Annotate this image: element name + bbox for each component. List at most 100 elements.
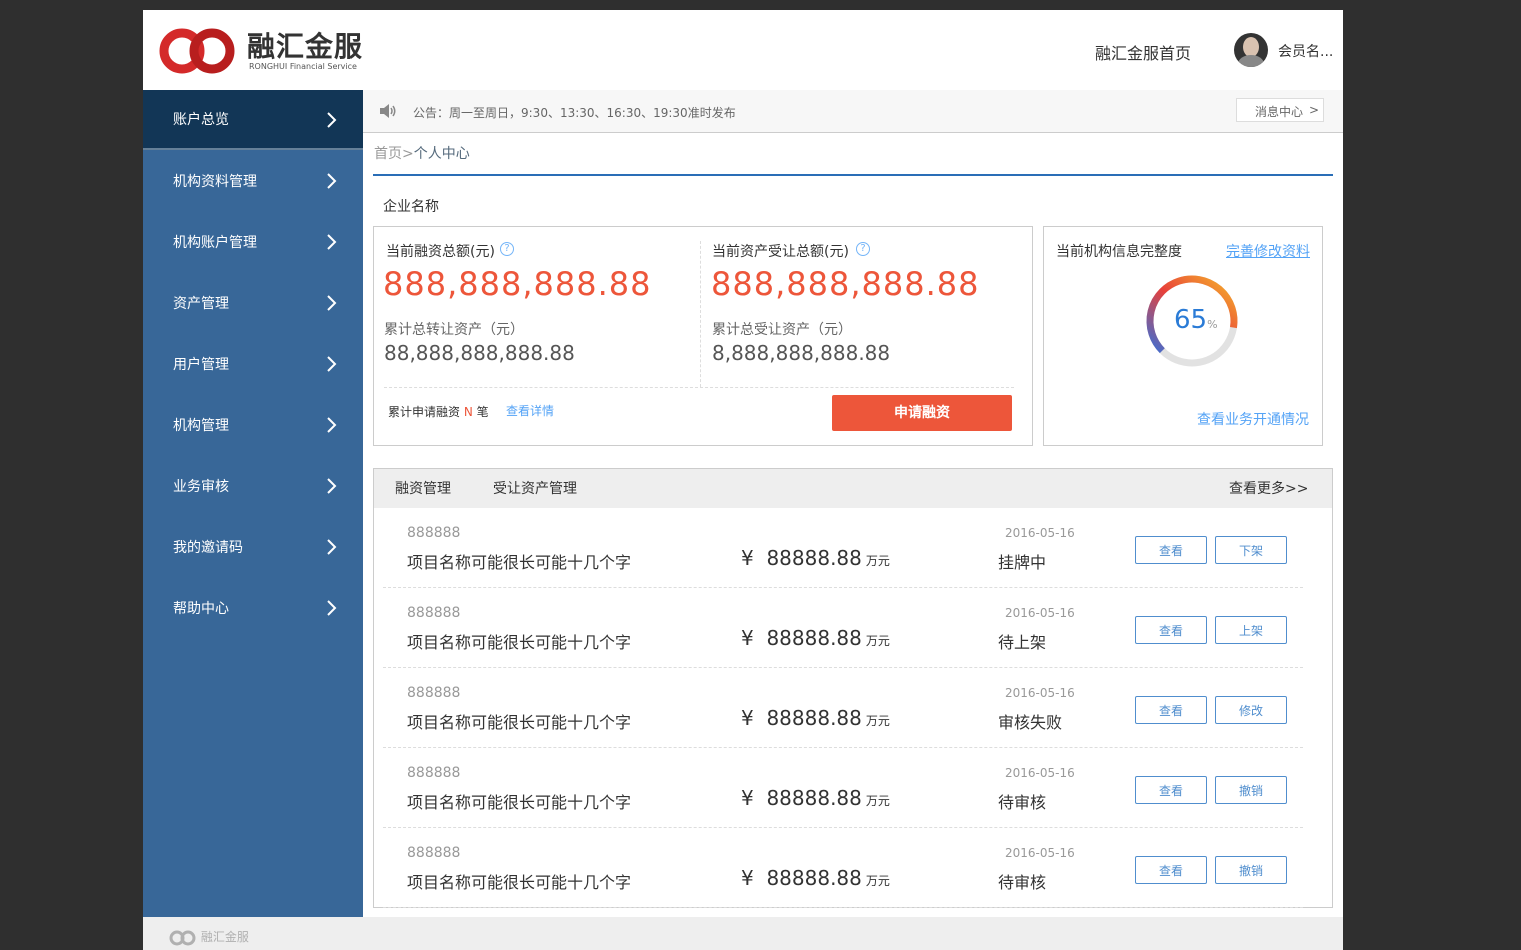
amount-unit: 万元 <box>865 554 890 568</box>
project-amount: ¥ 88888.88 万元 <box>741 706 890 730</box>
chevron-right-icon: > <box>1309 103 1320 117</box>
help-icon[interactable]: ? <box>856 242 870 256</box>
sidebar-item-label: 我的邀请码 <box>173 540 243 556</box>
table-row: 888888 项目名称可能很长可能十几个字 ¥ 88888.88 万元 2016-05-… <box>383 508 1303 588</box>
view-detail-link[interactable]: 查看详情 <box>506 402 554 419</box>
view-button[interactable]: 查看 <box>1135 776 1207 804</box>
help-icon[interactable]: ? <box>500 242 514 256</box>
action-button[interactable]: 修改 <box>1215 696 1287 724</box>
logo-text: 融汇金服 <box>247 30 364 63</box>
avatar[interactable] <box>1234 33 1268 67</box>
apply-count-suffix: 笔 <box>476 405 489 419</box>
footer-logo-text: 融汇金服 <box>200 930 249 944</box>
asset-total-label: 当前资产受让总额(元) <box>712 244 849 260</box>
apply-financing-button[interactable]: 申请融资 <box>832 395 1012 431</box>
project-date: 2016-05-16 <box>1005 526 1075 540</box>
breadcrumb-home[interactable]: 首页 <box>374 146 402 162</box>
currency-symbol: ¥ <box>741 546 754 570</box>
business-status-link[interactable]: 查看业务开通情况 <box>1197 409 1309 429</box>
project-amount: ¥ 88888.88 万元 <box>741 626 890 650</box>
sidebar-item[interactable]: 机构资料管理 <box>143 151 363 211</box>
project-amount: ¥ 88888.88 万元 <box>741 786 890 810</box>
speaker-icon <box>380 104 396 118</box>
message-center-label: 消息中心 <box>1255 105 1304 119</box>
financing-total-label: 当前融资总额(元) <box>386 244 495 260</box>
sidebar-item[interactable]: 资产管理 <box>143 273 363 333</box>
summary-panel: 当前融资总额(元) ? 888,888,888.88 当前资产受让总额(元) ?… <box>373 226 1033 446</box>
action-button[interactable]: 撤销 <box>1215 856 1287 884</box>
chevron-right-icon <box>327 417 337 433</box>
project-name[interactable]: 项目名称可能很长可能十几个字 <box>407 789 631 813</box>
view-button[interactable]: 查看 <box>1135 696 1207 724</box>
apply-count-n: N <box>463 405 473 419</box>
apply-count-prefix: 累计申请融资 <box>388 405 461 419</box>
logo-icon <box>159 28 235 74</box>
breadcrumb: 首页>个人中心 <box>374 143 470 163</box>
currency-symbol: ¥ <box>741 706 754 730</box>
message-center-button[interactable]: 消息中心 > <box>1236 98 1324 122</box>
project-name[interactable]: 项目名称可能很长可能十几个字 <box>407 549 631 573</box>
action-button[interactable]: 下架 <box>1215 536 1287 564</box>
completeness-panel: 当前机构信息完整度 完善修改资料 65% 查看业务开通情况 <box>1043 226 1323 446</box>
financing-total-value: 888,888,888.88 <box>383 265 652 303</box>
sidebar-item-label: 机构资料管理 <box>173 174 257 190</box>
gauge-percent-value: 65 <box>1174 305 1208 335</box>
action-button[interactable]: 撤销 <box>1215 776 1287 804</box>
app-frame: 融汇金服 RONGHUI Financial Service 融汇金服首页 会员… <box>143 10 1343 950</box>
sidebar-item-label: 机构账户管理 <box>173 235 257 251</box>
table-row: 888888 项目名称可能很长可能十几个字 ¥ 88888.88 万元 2016-05-… <box>383 668 1303 748</box>
amount-unit: 万元 <box>865 714 890 728</box>
footer: 融汇金服 <box>143 917 1343 950</box>
apply-count: 累计申请融资 N 笔 <box>388 403 489 420</box>
sidebar-item-label: 业务审核 <box>173 479 229 495</box>
amount-unit: 万元 <box>865 874 890 888</box>
title-divider <box>373 174 1333 176</box>
sidebar-item-label: 用户管理 <box>173 357 229 373</box>
chevron-right-icon <box>327 295 337 311</box>
project-date: 2016-05-16 <box>1005 846 1075 860</box>
notice-text: 公告：周一至周日，9:30、13:30、16:30、19:30准时发布 <box>413 106 736 120</box>
view-button[interactable]: 查看 <box>1135 856 1207 884</box>
project-name[interactable]: 项目名称可能很长可能十几个字 <box>407 629 631 653</box>
logo-subtext: RONGHUI Financial Service <box>249 62 357 71</box>
chevron-right-icon <box>327 356 337 372</box>
project-name[interactable]: 项目名称可能很长可能十几个字 <box>407 709 631 733</box>
chevron-right-icon <box>327 112 337 128</box>
table-row: 888888 项目名称可能很长可能十几个字 ¥ 88888.88 万元 2016-05-… <box>383 828 1303 908</box>
table-row: 888888 项目名称可能很长可能十几个字 ¥ 88888.88 万元 2016-05-… <box>383 748 1303 828</box>
project-amount: ¥ 88888.88 万元 <box>741 866 890 890</box>
action-button[interactable]: 上架 <box>1215 616 1287 644</box>
home-link[interactable]: 融汇金服首页 <box>1095 40 1191 64</box>
asset-total-value: 888,888,888.88 <box>711 265 980 303</box>
sidebar-item-label: 帮助中心 <box>173 601 229 617</box>
amount-value: 88888.88 <box>766 706 862 730</box>
sidebar-item[interactable]: 机构管理 <box>143 395 363 455</box>
sidebar-item-label: 账户总览 <box>173 112 229 128</box>
top-bar: 融汇金服 RONGHUI Financial Service 融汇金服首页 会员… <box>143 10 1343 90</box>
sidebar-item[interactable]: 帮助中心 <box>143 578 363 638</box>
view-button[interactable]: 查看 <box>1135 616 1207 644</box>
edit-profile-link[interactable]: 完善修改资料 <box>1226 241 1310 261</box>
project-name[interactable]: 项目名称可能很长可能十几个字 <box>407 869 631 893</box>
main-content: 公告：周一至周日，9:30、13:30、16:30、19:30准时发布 消息中心… <box>363 90 1343 917</box>
sidebar-item[interactable]: 业务审核 <box>143 456 363 516</box>
completeness-title: 当前机构信息完整度 <box>1056 244 1182 260</box>
gauge-percent: 65% <box>1174 305 1218 335</box>
project-code: 888888 <box>407 605 461 621</box>
footer-logo-icon <box>169 930 196 945</box>
chevron-right-icon <box>327 234 337 250</box>
sidebar-item[interactable]: 账户总览 <box>143 90 363 150</box>
sidebar-item[interactable]: 机构账户管理 <box>143 212 363 272</box>
project-status: 待上架 <box>998 633 1047 652</box>
sidebar: 账户总览机构资料管理 机构账户管理资产管理用户管理机构管理业务审核我的邀请码帮助中… <box>143 90 363 917</box>
company-name: 企业名称 <box>383 199 439 215</box>
breadcrumb-sep: > <box>402 146 414 162</box>
cum-receive-value: 8,888,888,888.88 <box>712 341 891 365</box>
username[interactable]: 会员名... <box>1278 41 1333 61</box>
chevron-right-icon <box>327 173 337 189</box>
sidebar-item[interactable]: 我的邀请码 <box>143 517 363 577</box>
view-button[interactable]: 查看 <box>1135 536 1207 564</box>
footer-logo: 融汇金服 <box>169 928 249 946</box>
sidebar-item[interactable]: 用户管理 <box>143 334 363 394</box>
column-divider <box>700 241 701 387</box>
